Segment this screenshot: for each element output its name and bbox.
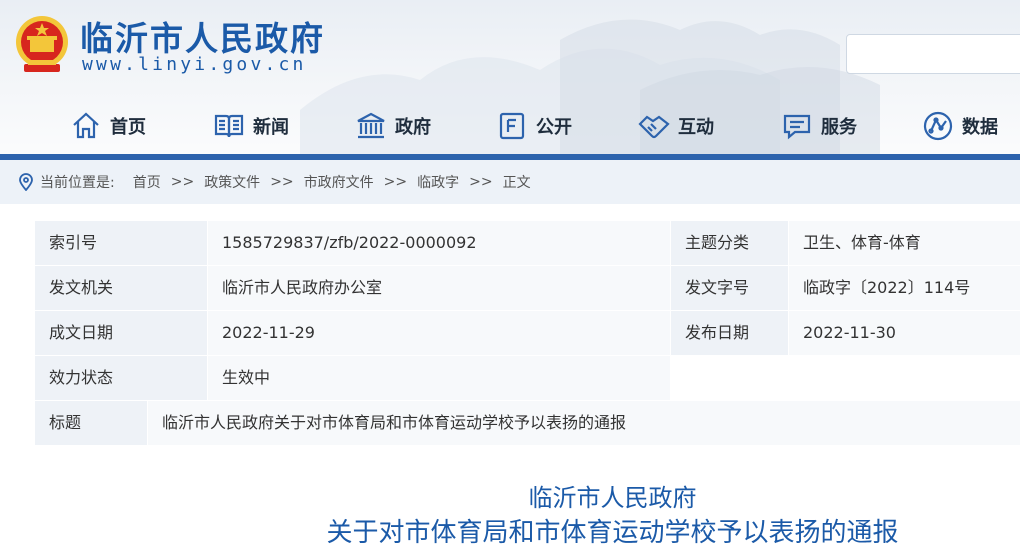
breadcrumb-home[interactable]: 首页 [133, 172, 161, 192]
info-row-index: 索引号 1585729837/zfb/2022-0000092 主题分类 卫生、… [35, 221, 1020, 265]
nav-item-news[interactable]: 新闻 [213, 106, 289, 146]
site-title[interactable]: 临沂市人民政府 [80, 12, 325, 60]
info-row-status: 效力状态 生效中 [35, 356, 1020, 400]
breadcrumb-separator: >> [469, 174, 493, 190]
nav-item-interaction[interactable]: 互动 [638, 106, 714, 146]
breadcrumb-city-gov-files[interactable]: 市政府文件 [304, 172, 374, 192]
status-key: 效力状态 [35, 356, 207, 400]
government-building-icon [357, 112, 385, 139]
nav-label: 互动 [678, 117, 714, 138]
breadcrumb-label: 当前位置是: [40, 175, 115, 191]
breadcrumb-separator: >> [170, 174, 195, 190]
empty-cell [671, 356, 1020, 400]
search-input[interactable] [847, 35, 1020, 73]
nav-label: 服务 [821, 117, 857, 138]
nav-label: 首页 [110, 117, 146, 138]
service-chat-icon [783, 114, 811, 140]
handshake-icon [638, 115, 670, 139]
index-value: 1585729837/zfb/2022-0000092 [208, 221, 670, 265]
date-value: 2022-11-29 [208, 311, 670, 355]
main-nav: 首页 新闻 政府 公开 互动 服务 数据 [0, 106, 1020, 150]
nav-item-service[interactable]: 服务 [781, 106, 857, 146]
nav-item-government[interactable]: 政府 [355, 106, 431, 146]
location-pin-icon [19, 173, 33, 191]
nav-label: 数据 [962, 117, 998, 138]
breadcrumb-separator: >> [270, 174, 294, 190]
home-icon [73, 112, 99, 139]
national-emblem-icon [16, 16, 68, 72]
info-row-dates: 成文日期 2022-11-29 发布日期 2022-11-30 [35, 311, 1020, 355]
site-url: www.linyi.gov.cn [82, 54, 307, 75]
issuer-key: 发文机关 [35, 266, 207, 310]
nav-item-data[interactable]: 数据 [922, 106, 998, 146]
document-title-line1: 临沂市人民政府 [528, 484, 697, 512]
index-key: 索引号 [35, 221, 207, 265]
topic-key: 主题分类 [671, 221, 788, 265]
nav-item-public[interactable]: 公开 [496, 106, 572, 146]
status-value: 生效中 [208, 356, 670, 400]
breadcrumb: 当前位置是: 首页 >> 政策文件 >> 市政府文件 >> 临政字 >> 正文 [0, 160, 1020, 204]
public-document-icon [499, 112, 525, 140]
docno-value: 临政字〔2022〕114号 [789, 266, 1020, 310]
document-title-line2: 关于对市体育局和市体育运动学校予以表扬的通报 [326, 518, 899, 548]
topic-value: 卫生、体育-体育 [789, 221, 1020, 265]
date-key: 成文日期 [35, 311, 207, 355]
news-book-icon [214, 114, 244, 138]
info-row-title: 标题 临沂市人民政府关于对市体育局和市体育运动学校予以表扬的通报 [35, 401, 1020, 445]
pub-date-key: 发布日期 [671, 311, 788, 355]
search-box[interactable] [846, 34, 1020, 74]
issuer-value: 临沂市人民政府办公室 [208, 266, 670, 310]
breadcrumb-separator: >> [383, 174, 408, 190]
breadcrumb-policy-files[interactable]: 政策文件 [204, 172, 260, 192]
nav-label: 新闻 [253, 117, 289, 138]
nav-label: 公开 [536, 117, 572, 138]
nav-item-home[interactable]: 首页 [70, 106, 146, 146]
docno-key: 发文字号 [671, 266, 788, 310]
info-row-issuer: 发文机关 临沂市人民政府办公室 发文字号 临政字〔2022〕114号 [35, 266, 1020, 310]
title-key: 标题 [35, 401, 147, 445]
pub-date-value: 2022-11-30 [789, 311, 1020, 355]
nav-label: 政府 [395, 117, 431, 138]
title-value: 临沂市人民政府关于对市体育局和市体育运动学校予以表扬的通报 [148, 401, 1020, 445]
site-header: 临沂市人民政府 www.linyi.gov.cn 首页 新闻 政府 公开 互动 … [0, 0, 1020, 160]
data-network-icon [923, 111, 953, 141]
breadcrumb-linzhengzi[interactable]: 临政字 [417, 172, 459, 192]
breadcrumb-current: 正文 [502, 175, 531, 191]
